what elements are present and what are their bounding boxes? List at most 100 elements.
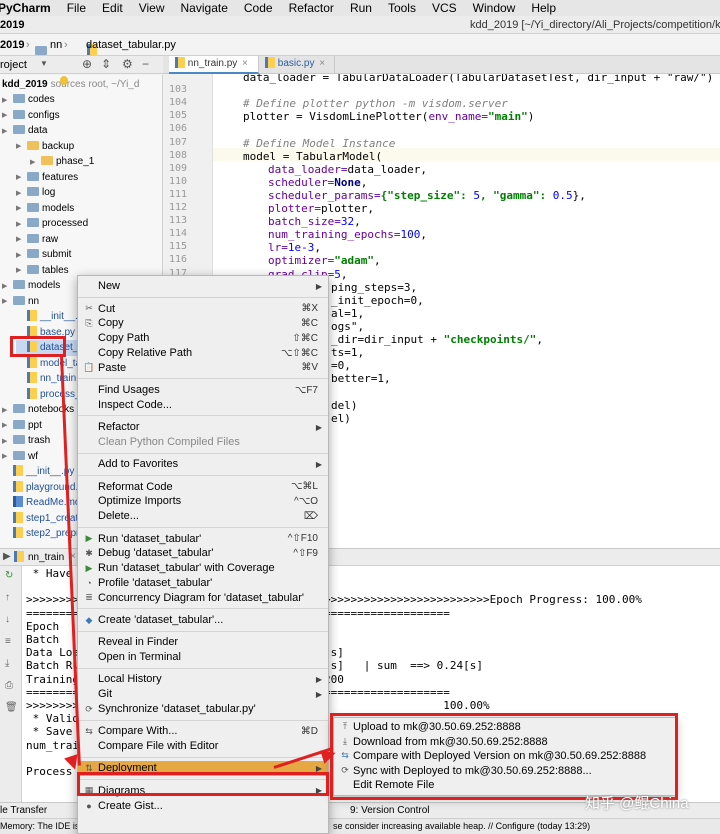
menu-item-synchronize-dataset-tabular-py[interactable]: ⟳ Synchronize 'dataset_tabular.py' bbox=[78, 702, 328, 717]
tab-basic[interactable]: basic.py × bbox=[259, 56, 335, 74]
code-line[interactable]: _dir=dir_input + "checkpoints/", bbox=[331, 333, 543, 346]
menu-item-local-history[interactable]: Local History ▶ bbox=[78, 672, 328, 687]
menu-item-reveal-in-finder[interactable]: Reveal in Finder bbox=[78, 635, 328, 650]
scroll-end-icon[interactable]: ⤓ bbox=[5, 658, 9, 669]
tree-root[interactable]: kdd_2019 sources root, ~/Yi_d bbox=[2, 77, 139, 93]
tree-item[interactable]: ▶ log bbox=[16, 185, 161, 201]
menu-item-create-gist[interactable]: ● Create Gist... bbox=[78, 798, 328, 813]
chevron-right-icon[interactable]: ▶ bbox=[16, 251, 24, 259]
tree-item[interactable]: ▶ backup bbox=[16, 139, 161, 155]
gear-icon[interactable]: ⚙ bbox=[122, 57, 133, 71]
run-tab[interactable]: nn_train bbox=[28, 552, 64, 563]
code-line[interactable]: al=1, bbox=[331, 307, 364, 320]
code-line[interactable]: batch_size=32, bbox=[268, 215, 361, 228]
chevron-right-icon[interactable]: ▶ bbox=[2, 421, 10, 429]
version-control-tab[interactable]: 9: Version Control bbox=[350, 805, 430, 816]
code-line[interactable]: num_training_epochs=100, bbox=[268, 228, 427, 241]
collapse-all-icon[interactable]: ⇕ bbox=[101, 57, 111, 71]
menu-item-profile-dataset-tabular[interactable]: ◔ Profile 'dataset_tabular' bbox=[78, 576, 328, 591]
menu-item-compare-with[interactable]: ⇆ Compare With... ⌘D bbox=[78, 724, 328, 739]
menu-navigate[interactable]: Navigate bbox=[173, 1, 236, 15]
tree-item[interactable]: ▶ phase_1 bbox=[30, 154, 161, 170]
code-line[interactable]: =0, bbox=[331, 359, 351, 372]
menu-item-paste[interactable]: 📋 Paste ⌘V bbox=[78, 361, 328, 376]
breadcrumb-file[interactable]: dataset_tabular.py bbox=[86, 39, 176, 51]
code-line[interactable]: plotter=plotter, bbox=[268, 202, 374, 215]
code-line[interactable]: ping_steps=3, bbox=[331, 281, 417, 294]
menu-item-find-usages[interactable]: Find Usages ⌥F7 bbox=[78, 383, 328, 398]
menu-item-create-dataset-tabular[interactable]: ◆ Create 'dataset_tabular'... bbox=[78, 613, 328, 628]
tree-item[interactable]: ▶ submit bbox=[16, 247, 161, 263]
code-line[interactable]: el) bbox=[331, 412, 351, 425]
menu-item-delete[interactable]: Delete... ⌦ bbox=[78, 509, 328, 524]
chevron-right-icon[interactable]: ▶ bbox=[2, 96, 10, 104]
menu-app[interactable]: PyCharm bbox=[0, 1, 59, 15]
menu-item-add-to-favorites[interactable]: Add to Favorites ▶ bbox=[78, 457, 328, 472]
menu-item-copy-relative-path[interactable]: Copy Relative Path ⌥⇧⌘C bbox=[78, 346, 328, 361]
file-transfer-tab[interactable]: le Transfer bbox=[0, 805, 47, 816]
code-line[interactable]: ogs", bbox=[331, 320, 364, 333]
print-icon[interactable]: ⎙ bbox=[5, 680, 13, 691]
locate-icon[interactable]: ⊕ bbox=[82, 57, 92, 71]
chevron-right-icon[interactable]: ▶ bbox=[16, 220, 24, 228]
menu-item-run-dataset-tabular-with-coverage[interactable]: ▶ Run 'dataset_tabular' with Coverage bbox=[78, 561, 328, 576]
chevron-right-icon[interactable]: ▶ bbox=[16, 235, 24, 243]
menu-run[interactable]: Run bbox=[342, 1, 380, 15]
menu-item-refactor[interactable]: Refactor ▶ bbox=[78, 420, 328, 435]
menu-item-git[interactable]: Git ▶ bbox=[78, 687, 328, 702]
chevron-right-icon[interactable]: ▶ bbox=[16, 189, 24, 197]
menu-file[interactable]: File bbox=[59, 1, 94, 15]
code-line[interactable]: data_loader=data_loader, bbox=[268, 163, 427, 176]
chevron-right-icon[interactable]: ▶ bbox=[2, 406, 10, 414]
menu-item-copy[interactable]: ⎘ Copy ⌘C bbox=[78, 316, 328, 331]
tree-item[interactable]: ▶ configs bbox=[2, 108, 161, 124]
tab-nn-train[interactable]: nn_train.py × bbox=[169, 56, 259, 74]
chevron-right-icon[interactable]: ▶ bbox=[2, 282, 10, 290]
menu-item-new[interactable]: New ▶ bbox=[78, 279, 328, 294]
breadcrumb-project[interactable]: 2019 bbox=[0, 39, 24, 51]
status-message[interactable]: se consider increasing available heap. /… bbox=[333, 821, 590, 831]
menu-item-reformat-code[interactable]: Reformat Code ⌥⌘L bbox=[78, 479, 328, 494]
chevron-right-icon[interactable]: ▶ bbox=[16, 266, 24, 274]
tree-item[interactable]: ▶ data bbox=[2, 123, 161, 139]
chevron-right-icon[interactable]: ▶ bbox=[2, 111, 10, 119]
menu-item-copy-path[interactable]: Copy Path ⇧⌘C bbox=[78, 331, 328, 346]
code-line[interactable]: lr=1e-3, bbox=[268, 241, 321, 254]
chevron-down-icon[interactable]: ▼ bbox=[40, 59, 48, 68]
tree-item[interactable]: ▶ processed bbox=[16, 216, 161, 232]
breadcrumb-folder[interactable]: nn bbox=[50, 39, 62, 51]
code-line[interactable]: scheduler=None, bbox=[268, 176, 367, 189]
code-line[interactable]: model = TabularModel( bbox=[243, 150, 382, 163]
menu-item-clean-python-compiled-files[interactable]: Clean Python Compiled Files bbox=[78, 435, 328, 450]
tree-item[interactable]: ▶ raw bbox=[16, 232, 161, 248]
code-line[interactable]: better=1, bbox=[331, 372, 391, 385]
menu-item-compare-file-with-editor[interactable]: Compare File with Editor bbox=[78, 739, 328, 754]
chevron-right-icon[interactable]: ▶ bbox=[2, 297, 10, 305]
chevron-right-icon[interactable]: ▶ bbox=[16, 142, 24, 150]
chevron-right-icon[interactable]: ▶ bbox=[30, 158, 38, 166]
close-icon[interactable]: × bbox=[319, 58, 325, 69]
tree-item[interactable]: ▶ codes bbox=[2, 92, 161, 108]
tree-item[interactable]: ▶ features bbox=[16, 170, 161, 186]
chevron-right-icon[interactable]: ▶ bbox=[2, 127, 10, 135]
lightbulb-icon[interactable] bbox=[60, 76, 68, 85]
menu-item-debug-dataset-tabular[interactable]: ✱ Debug 'dataset_tabular' ^⇧F9 bbox=[78, 546, 328, 561]
menu-item-run-dataset-tabular[interactable]: ▶ Run 'dataset_tabular' ^⇧F10 bbox=[78, 531, 328, 546]
code-line[interactable]: # Define plotter python -m visdom.server bbox=[243, 97, 508, 110]
menu-item-inspect-code[interactable]: Inspect Code... bbox=[78, 398, 328, 413]
arrow-down-icon[interactable]: ↓ bbox=[5, 614, 10, 625]
menu-window[interactable]: Window bbox=[465, 1, 524, 15]
menu-item-cut[interactable]: ✂ Cut ⌘X bbox=[78, 301, 328, 316]
menu-edit[interactable]: Edit bbox=[94, 1, 131, 15]
code-line[interactable]: data_loader = TabularDataLoader(TabularD… bbox=[243, 74, 713, 84]
rerun-icon[interactable]: ↻ bbox=[5, 570, 13, 581]
menu-code[interactable]: Code bbox=[236, 1, 281, 15]
code-line[interactable]: plotter = VisdomLinePlotter(env_name="ma… bbox=[243, 110, 534, 123]
menu-help[interactable]: Help bbox=[523, 1, 564, 15]
code-line[interactable]: optimizer="adam", bbox=[268, 254, 381, 267]
trash-icon[interactable]: 🗑 bbox=[5, 702, 18, 713]
code-line[interactable]: del) bbox=[331, 399, 358, 412]
chevron-right-icon[interactable]: ▶ bbox=[16, 204, 24, 212]
hide-panel-icon[interactable]: − bbox=[142, 57, 149, 71]
menu-item-optimize-imports[interactable]: Optimize Imports ^⌥O bbox=[78, 494, 328, 509]
